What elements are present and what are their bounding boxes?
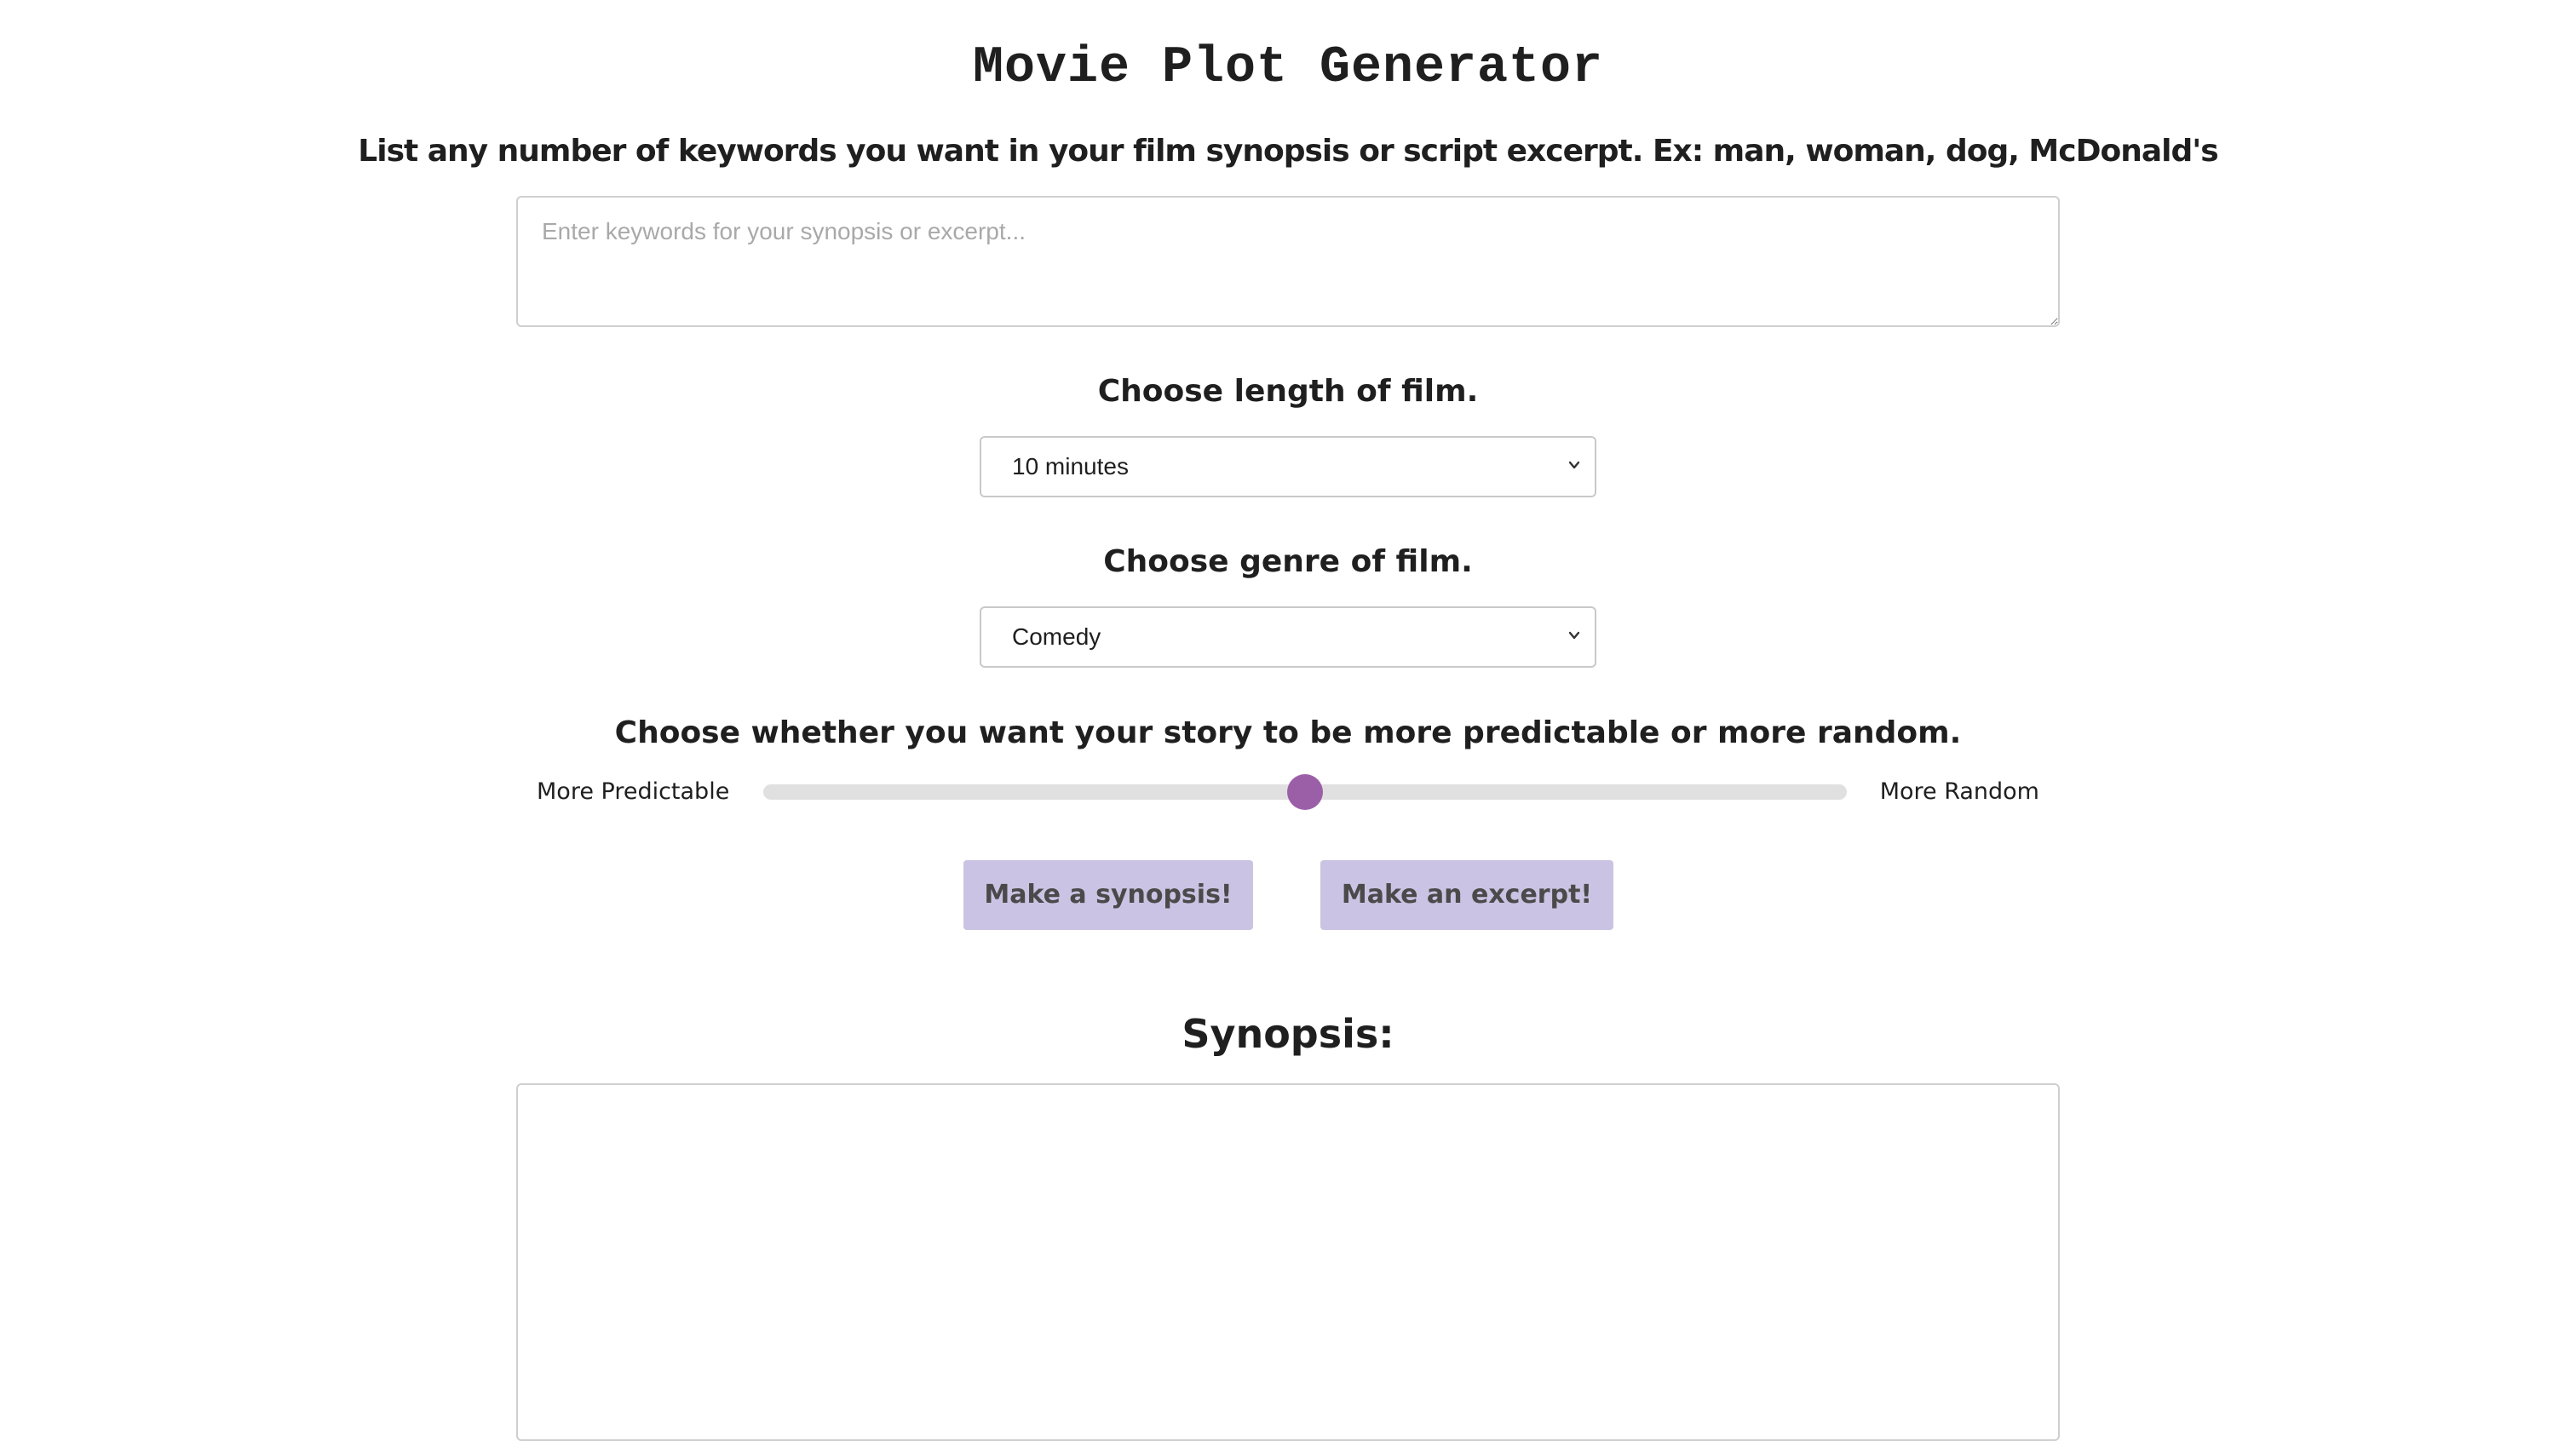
length-label: Choose length of film. — [1097, 374, 1479, 409]
page-title: Movie Plot Generator — [972, 39, 1604, 97]
keywords-label: List any number of keywords you want in … — [358, 134, 2218, 169]
chevron-down-icon — [1568, 461, 1580, 469]
randomness-slider-thumb[interactable] — [1287, 774, 1323, 810]
randomness-slider-track[interactable] — [763, 774, 1847, 810]
length-select[interactable]: 10 minutes — [980, 436, 1596, 497]
genre-select-value: Comedy — [1012, 623, 1101, 650]
randomness-slider-row: More Predictable More Random — [516, 766, 2060, 818]
keywords-field-wrapper — [516, 196, 2060, 327]
page: Movie Plot Generator List any number of … — [0, 0, 2576, 1441]
slider-max-label: More Random — [1879, 778, 2039, 805]
slider-min-label: More Predictable — [537, 778, 730, 805]
genre-label: Choose genre of film. — [1103, 544, 1473, 579]
chevron-down-icon — [1568, 631, 1580, 640]
keywords-input[interactable] — [516, 196, 2060, 327]
make-synopsis-button[interactable]: Make a synopsis! — [963, 860, 1253, 930]
randomness-label: Choose whether you want your story to be… — [614, 715, 1962, 750]
genre-select[interactable]: Comedy — [980, 606, 1596, 668]
synopsis-output — [516, 1083, 2060, 1441]
synopsis-heading: Synopsis: — [1182, 1011, 1394, 1057]
length-select-value: 10 minutes — [1012, 453, 1129, 479]
make-excerpt-button[interactable]: Make an excerpt! — [1320, 860, 1613, 930]
